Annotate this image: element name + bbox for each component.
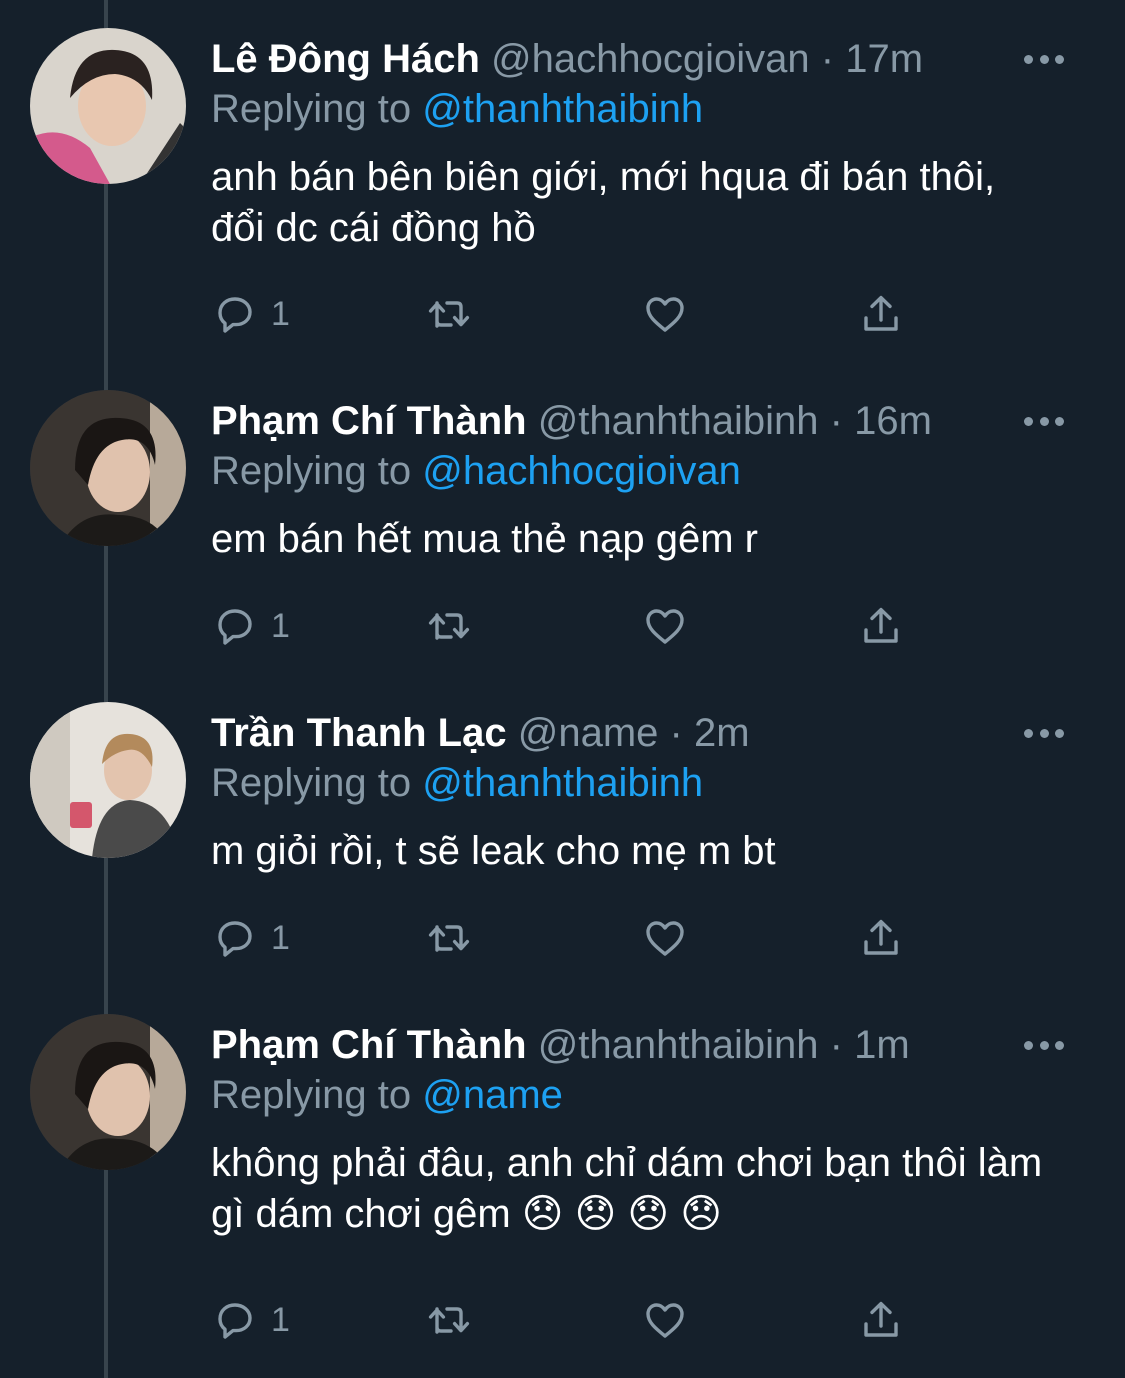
like-icon: [646, 1303, 684, 1338]
display-name[interactable]: Phạm Chí Thành: [211, 399, 527, 443]
tweet-header: Lê Đông Hách @hachhocgioivan · 17m: [211, 34, 923, 84]
separator: ·: [829, 1023, 843, 1067]
like-button[interactable]: [641, 289, 689, 339]
reply-icon: [218, 297, 252, 333]
handle[interactable]: @name: [518, 711, 659, 755]
tweet-text: m giỏi rồi, t sẽ leak cho mẹ m bt: [211, 829, 776, 873]
avatar[interactable]: [30, 390, 186, 546]
reply-button[interactable]: 1: [211, 1295, 290, 1345]
mention-link[interactable]: @thanhthaibinh: [422, 87, 703, 131]
replying-to: Replying to @thanhthaibinh: [211, 84, 703, 134]
reply-button[interactable]: 1: [211, 601, 290, 651]
retweet-icon: [428, 1307, 470, 1334]
separator: ·: [829, 399, 843, 443]
reply-count: 1: [271, 294, 290, 333]
tweet-actions: 1: [211, 913, 911, 963]
display-name[interactable]: Phạm Chí Thành: [211, 1023, 527, 1067]
share-icon: [864, 1301, 898, 1337]
reply-count: 1: [271, 606, 290, 645]
thread-line: [104, 0, 108, 1378]
share-button[interactable]: [857, 913, 905, 963]
avatar[interactable]: [30, 702, 186, 858]
reply-count: 1: [271, 918, 290, 957]
timestamp[interactable]: 1m: [854, 1023, 910, 1067]
share-icon: [864, 607, 898, 643]
reply-icon: [218, 609, 252, 645]
replying-to: Replying to @name: [211, 1070, 563, 1120]
timestamp[interactable]: 17m: [845, 37, 923, 81]
tweet-actions: 1: [211, 289, 911, 339]
separator: ·: [669, 711, 683, 755]
avatar[interactable]: [30, 28, 186, 184]
retweet-icon: [428, 925, 470, 952]
share-icon: [864, 919, 898, 955]
timestamp[interactable]: 2m: [694, 711, 750, 755]
handle[interactable]: @thanhthaibinh: [538, 399, 819, 443]
retweet-icon: [428, 301, 470, 328]
tweet-header: Phạm Chí Thành @thanhthaibinh · 1m: [211, 1020, 910, 1070]
separator: ·: [820, 37, 835, 81]
retweet-icon: [428, 613, 470, 640]
like-icon: [646, 609, 684, 644]
like-button[interactable]: [641, 913, 689, 963]
tweet-text: em bán hết mua thẻ nạp gêm r: [211, 517, 758, 561]
retweet-button[interactable]: [425, 913, 473, 963]
tweet-text: anh bán bên biên giới, mới hqua đi bán t…: [211, 155, 996, 250]
replying-prefix: Replying to: [211, 87, 412, 131]
replying-to: Replying to @hachhocgioivan: [211, 446, 741, 496]
display-name[interactable]: Lê Đông Hách: [211, 37, 480, 81]
tweet-header: Trần Thanh Lạc @name · 2m: [211, 708, 750, 758]
mention-link[interactable]: @hachhocgioivan: [422, 449, 741, 493]
share-button[interactable]: [857, 601, 905, 651]
retweet-button[interactable]: [425, 1295, 473, 1345]
tweet-actions: 1: [211, 1295, 911, 1345]
display-name[interactable]: Trần Thanh Lạc: [211, 711, 507, 755]
mention-link[interactable]: @thanhthaibinh: [422, 761, 703, 805]
like-button[interactable]: [641, 601, 689, 651]
replying-prefix: Replying to: [211, 761, 412, 805]
retweet-button[interactable]: [425, 289, 473, 339]
more-icon[interactable]: [1024, 48, 1064, 70]
tweet-header: Phạm Chí Thành @thanhthaibinh · 16m: [211, 396, 932, 446]
replying-prefix: Replying to: [211, 1073, 412, 1117]
share-button[interactable]: [857, 1295, 905, 1345]
share-button[interactable]: [857, 289, 905, 339]
handle[interactable]: @thanhthaibinh: [538, 1023, 819, 1067]
reply-count: 1: [271, 1300, 290, 1339]
share-icon: [864, 295, 898, 331]
more-icon[interactable]: [1024, 1034, 1064, 1056]
handle[interactable]: @hachhocgioivan: [491, 37, 810, 81]
like-icon: [646, 921, 684, 956]
reply-button[interactable]: 1: [211, 289, 290, 339]
replying-prefix: Replying to: [211, 449, 412, 493]
avatar[interactable]: [30, 1014, 186, 1170]
timestamp[interactable]: 16m: [854, 399, 932, 443]
like-button[interactable]: [641, 1295, 689, 1345]
reply-button[interactable]: 1: [211, 913, 290, 963]
retweet-button[interactable]: [425, 601, 473, 651]
tweet-actions: 1: [211, 601, 911, 651]
tweet-text: không phải đâu, anh chỉ dám chơi bạn thô…: [211, 1141, 1043, 1236]
like-icon: [646, 297, 684, 332]
more-icon[interactable]: [1024, 722, 1064, 744]
more-icon[interactable]: [1024, 410, 1064, 432]
reply-icon: [218, 921, 252, 957]
reply-icon: [218, 1303, 252, 1339]
mention-link[interactable]: @name: [422, 1073, 563, 1117]
replying-to: Replying to @thanhthaibinh: [211, 758, 703, 808]
